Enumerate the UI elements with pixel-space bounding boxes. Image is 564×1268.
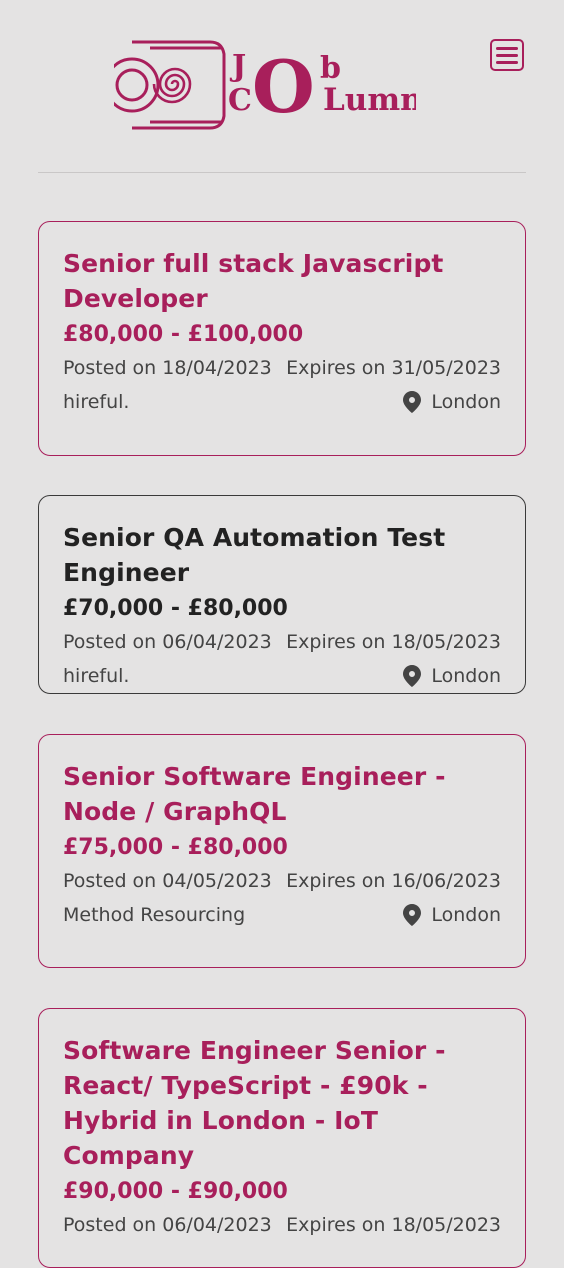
job-card[interactable]: Senior QA Automation Test Engineer £70,0… xyxy=(38,495,526,694)
location-label: London xyxy=(431,665,501,687)
job-card[interactable]: Senior Software Engineer - Node / GraphQ… xyxy=(38,734,526,968)
menu-bar xyxy=(496,60,518,64)
job-title[interactable]: Senior Software Engineer - Node / GraphQ… xyxy=(63,759,501,829)
job-location: London xyxy=(403,901,501,929)
job-salary: £70,000 - £80,000 xyxy=(63,596,288,621)
posted-date: Posted on 06/04/2023 xyxy=(63,631,272,653)
map-pin-icon xyxy=(403,665,422,687)
job-dates: Posted on 18/04/2023 Expires on 31/05/20… xyxy=(63,354,501,382)
job-meta: hireful. London xyxy=(63,388,501,416)
location-label: London xyxy=(431,904,501,926)
expires-date: Expires on 31/05/2023 xyxy=(286,357,501,379)
logo-letter-o: O xyxy=(252,44,315,129)
job-salary: £75,000 - £80,000 xyxy=(63,835,288,860)
job-salary: £80,000 - £100,000 xyxy=(63,322,304,347)
job-meta: Method Resourcing London xyxy=(63,901,501,929)
menu-bar xyxy=(496,53,518,57)
job-title[interactable]: Senior full stack Javascript Developer xyxy=(63,246,501,316)
job-salary: £90,000 - £90,000 xyxy=(63,1179,288,1204)
expires-date: Expires on 16/06/2023 xyxy=(286,870,501,892)
company-name: Method Resourcing xyxy=(63,904,246,926)
logo-letter-j: J xyxy=(229,49,246,84)
job-dates: Posted on 06/04/2023 Expires on 18/05/20… xyxy=(63,628,501,656)
company-name: hireful. xyxy=(63,391,130,413)
expires-date: Expires on 18/05/2023 xyxy=(286,631,501,653)
header-divider xyxy=(38,172,526,173)
company-name: hireful. xyxy=(63,665,130,687)
logo-word-lumn: Lumn xyxy=(323,82,416,118)
logo-letter-b: b xyxy=(320,51,341,86)
job-meta: hireful. London xyxy=(63,662,501,690)
posted-date: Posted on 18/04/2023 xyxy=(63,357,272,379)
job-title[interactable]: Software Engineer Senior - React/ TypeSc… xyxy=(63,1033,501,1173)
job-card[interactable]: Software Engineer Senior - React/ TypeSc… xyxy=(38,1008,526,1268)
jobcolumn-logo[interactable]: J C O b Lumn xyxy=(114,38,416,132)
menu-bar xyxy=(496,46,518,50)
location-label: London xyxy=(431,391,501,413)
hamburger-menu-icon[interactable] xyxy=(490,39,524,71)
site-header: J C O b Lumn xyxy=(0,0,564,172)
job-dates: Posted on 04/05/2023 Expires on 16/06/20… xyxy=(63,867,501,895)
job-location: London xyxy=(403,388,501,416)
job-title[interactable]: Senior QA Automation Test Engineer xyxy=(63,520,501,590)
map-pin-icon xyxy=(403,904,422,926)
expires-date: Expires on 18/05/2023 xyxy=(286,1214,501,1236)
posted-date: Posted on 04/05/2023 xyxy=(63,870,272,892)
job-card[interactable]: Senior full stack Javascript Developer £… xyxy=(38,221,526,456)
posted-date: Posted on 06/04/2023 xyxy=(63,1214,272,1236)
job-dates: Posted on 06/04/2023 Expires on 18/05/20… xyxy=(63,1211,501,1239)
job-location: London xyxy=(403,662,501,690)
map-pin-icon xyxy=(403,391,422,413)
logo-letter-c: C xyxy=(228,83,252,118)
